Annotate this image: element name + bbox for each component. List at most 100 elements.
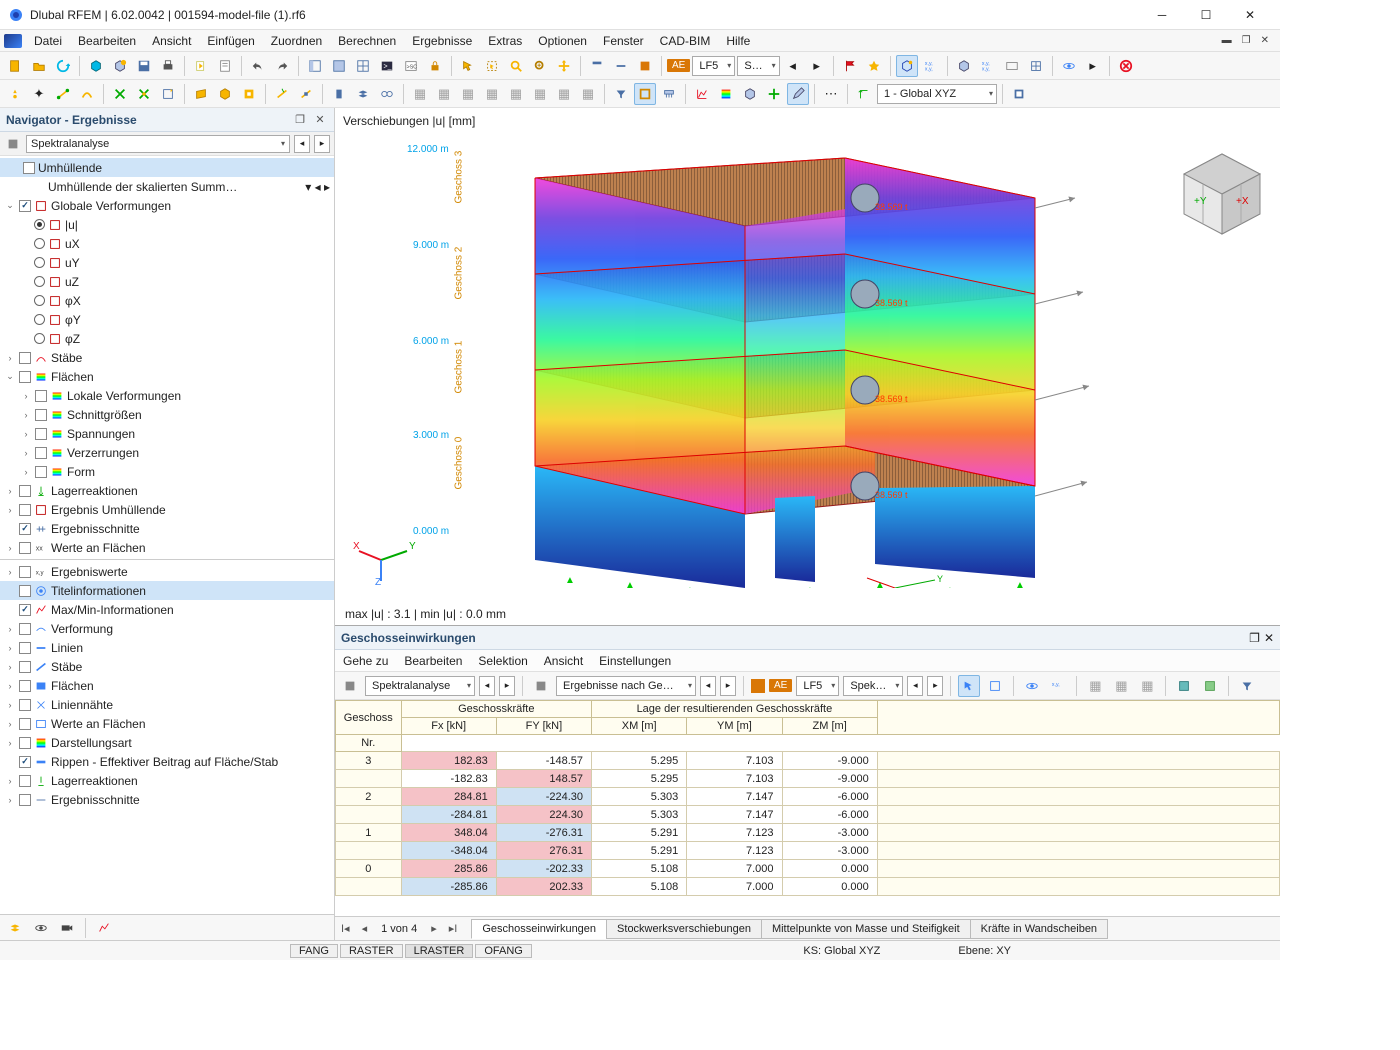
bp-xyz[interactable]: x,y, xyxy=(1047,675,1069,697)
bp-filter[interactable] xyxy=(1236,675,1258,697)
tb-reload[interactable] xyxy=(52,55,74,77)
tb-model-block[interactable] xyxy=(85,55,107,77)
tb-red-x[interactable] xyxy=(1115,55,1137,77)
tb-select-arrow[interactable] xyxy=(457,55,479,77)
bp-c1-prev[interactable]: ◂ xyxy=(479,676,495,696)
bp-c1-next[interactable]: ▸ xyxy=(499,676,515,696)
tb-panel2[interactable] xyxy=(328,55,350,77)
tb2-cross2[interactable] xyxy=(133,83,155,105)
tb-grid-panel[interactable] xyxy=(352,55,374,77)
tb5-cross[interactable] xyxy=(763,83,785,105)
tb-report[interactable] xyxy=(214,55,236,77)
nav-next[interactable]: ▸ xyxy=(425,922,443,935)
foot-eye-icon[interactable] xyxy=(30,917,52,939)
tb2-grid-new[interactable] xyxy=(157,83,179,105)
mdi-minimize[interactable]: ▬ xyxy=(1219,35,1235,46)
file-menu-icon[interactable] xyxy=(4,34,22,48)
bp-c2-next[interactable]: ▸ xyxy=(720,676,736,696)
window-maximize[interactable]: ☐ xyxy=(1184,1,1228,29)
status-lraster[interactable]: LRASTER xyxy=(405,944,474,958)
bp-lf[interactable]: LF5 xyxy=(796,676,839,696)
status-fang[interactable]: FANG xyxy=(290,944,338,958)
menu-hilfe[interactable]: Hilfe xyxy=(718,32,758,50)
results-table[interactable]: Geschoss Geschosskräfte Lage der resulti… xyxy=(335,700,1280,916)
bp-t1[interactable] xyxy=(958,675,980,697)
result-tree[interactable]: Umhüllende Umhüllende der skalierten Sum… xyxy=(0,156,334,914)
tb-lock-icon[interactable] xyxy=(424,55,446,77)
tb-zoom-sel[interactable] xyxy=(529,55,551,77)
navigator-float-icon[interactable]: ❐ xyxy=(292,112,308,128)
bp-sp-next[interactable]: ▸ xyxy=(927,676,943,696)
tb2-sparkle[interactable]: ✦ xyxy=(28,83,50,105)
tb2-solid[interactable] xyxy=(214,83,236,105)
spectral-combo[interactable]: Spektralanalyse xyxy=(26,135,290,153)
menu-extras[interactable]: Extras xyxy=(480,32,530,50)
bp-combo2[interactable]: Ergebnisse nach Ge… xyxy=(556,676,696,696)
nav-last[interactable]: ▸I xyxy=(443,922,464,935)
tb-view-iso[interactable] xyxy=(953,55,975,77)
tb-new[interactable] xyxy=(4,55,26,77)
bp-float-icon[interactable]: ❐ xyxy=(1249,631,1260,645)
bp-ae[interactable]: AE xyxy=(769,679,792,692)
status-raster[interactable]: RASTER xyxy=(340,944,403,958)
tb3-m2[interactable] xyxy=(295,83,317,105)
window-close[interactable]: ✕ xyxy=(1228,1,1272,29)
tb-filter-line[interactable] xyxy=(610,55,632,77)
bp-combo1[interactable]: Spektralanalyse xyxy=(365,676,475,696)
s-combo[interactable]: S… xyxy=(737,56,779,76)
tb-print[interactable] xyxy=(157,55,179,77)
tb-console[interactable]: >_ xyxy=(376,55,398,77)
nav-first[interactable]: I◂ xyxy=(335,922,356,935)
nav-cube[interactable]: +X +Y xyxy=(1174,148,1270,236)
tb-coords[interactable]: x,y,x,y, xyxy=(920,55,942,77)
mdi-restore[interactable]: ❐ xyxy=(1239,35,1254,46)
bp-close-icon[interactable]: ✕ xyxy=(1264,631,1274,645)
tb5-contour[interactable] xyxy=(715,83,737,105)
bp-sp-prev[interactable]: ◂ xyxy=(907,676,923,696)
menu-optionen[interactable]: Optionen xyxy=(530,32,595,50)
tb2-opening[interactable] xyxy=(238,83,260,105)
tb-save[interactable] xyxy=(133,55,155,77)
tb-open[interactable] xyxy=(28,55,50,77)
foot-results-icon[interactable] xyxy=(93,917,115,939)
tb2-arc[interactable] xyxy=(76,83,98,105)
tb-redo[interactable] xyxy=(271,55,293,77)
tb-overflow[interactable]: ▸ xyxy=(1082,55,1104,77)
tb4-load[interactable] xyxy=(658,83,680,105)
tb-copy-view[interactable] xyxy=(190,55,212,77)
spectral-prev[interactable]: ◂ xyxy=(294,135,310,153)
tb-pan[interactable] xyxy=(553,55,575,77)
tb2-surface[interactable] xyxy=(190,83,212,105)
tab-kraefte[interactable]: Kräfte in Wandscheiben xyxy=(970,919,1108,939)
tab-stockwerk[interactable]: Stockwerksverschiebungen xyxy=(606,919,762,939)
bp-export[interactable] xyxy=(1173,675,1195,697)
menu-berechnen[interactable]: Berechnen xyxy=(330,32,404,50)
foot-camera-icon[interactable] xyxy=(56,917,78,939)
spectral-next[interactable]: ▸ xyxy=(314,135,330,153)
menu-bearbeiten[interactable]: Bearbeiten xyxy=(70,32,144,50)
tb4-frame[interactable] xyxy=(634,83,656,105)
mdi-close[interactable]: ✕ xyxy=(1258,35,1272,46)
tab-mittelpunkte[interactable]: Mittelpunkte von Masse und Steifigkeit xyxy=(761,919,971,939)
3d-viewport[interactable]: Verschiebungen |u| [mm] 12.000 m 9.000 m… xyxy=(335,108,1280,625)
bp-c2-prev[interactable]: ◂ xyxy=(700,676,716,696)
tb-filter-blue[interactable] xyxy=(586,55,608,77)
menu-cadbim[interactable]: CAD-BIM xyxy=(652,32,719,50)
tb-eye-icon[interactable] xyxy=(1058,55,1080,77)
tb3-layers[interactable] xyxy=(352,83,374,105)
tb-zoom-extents[interactable] xyxy=(505,55,527,77)
tab-geschoss[interactable]: Geschosseinwirkungen xyxy=(471,919,607,939)
nav-prev[interactable]: ◂ xyxy=(356,922,374,935)
tb5-diagram[interactable] xyxy=(691,83,713,105)
bp-t2[interactable] xyxy=(984,675,1006,697)
tb5-edit[interactable] xyxy=(787,83,809,105)
tb3-link[interactable] xyxy=(376,83,398,105)
tb-model-wizard[interactable] xyxy=(109,55,131,77)
window-minimize[interactable]: ─ xyxy=(1140,1,1184,29)
bp-sp[interactable]: Spek… xyxy=(843,676,903,696)
tb-filter-orange[interactable] xyxy=(634,55,656,77)
menu-datei[interactable]: Datei xyxy=(26,32,70,50)
menu-einfuegen[interactable]: Einfügen xyxy=(199,32,262,50)
tb5-solid[interactable] xyxy=(739,83,761,105)
tb-flag-icon[interactable] xyxy=(839,55,861,77)
